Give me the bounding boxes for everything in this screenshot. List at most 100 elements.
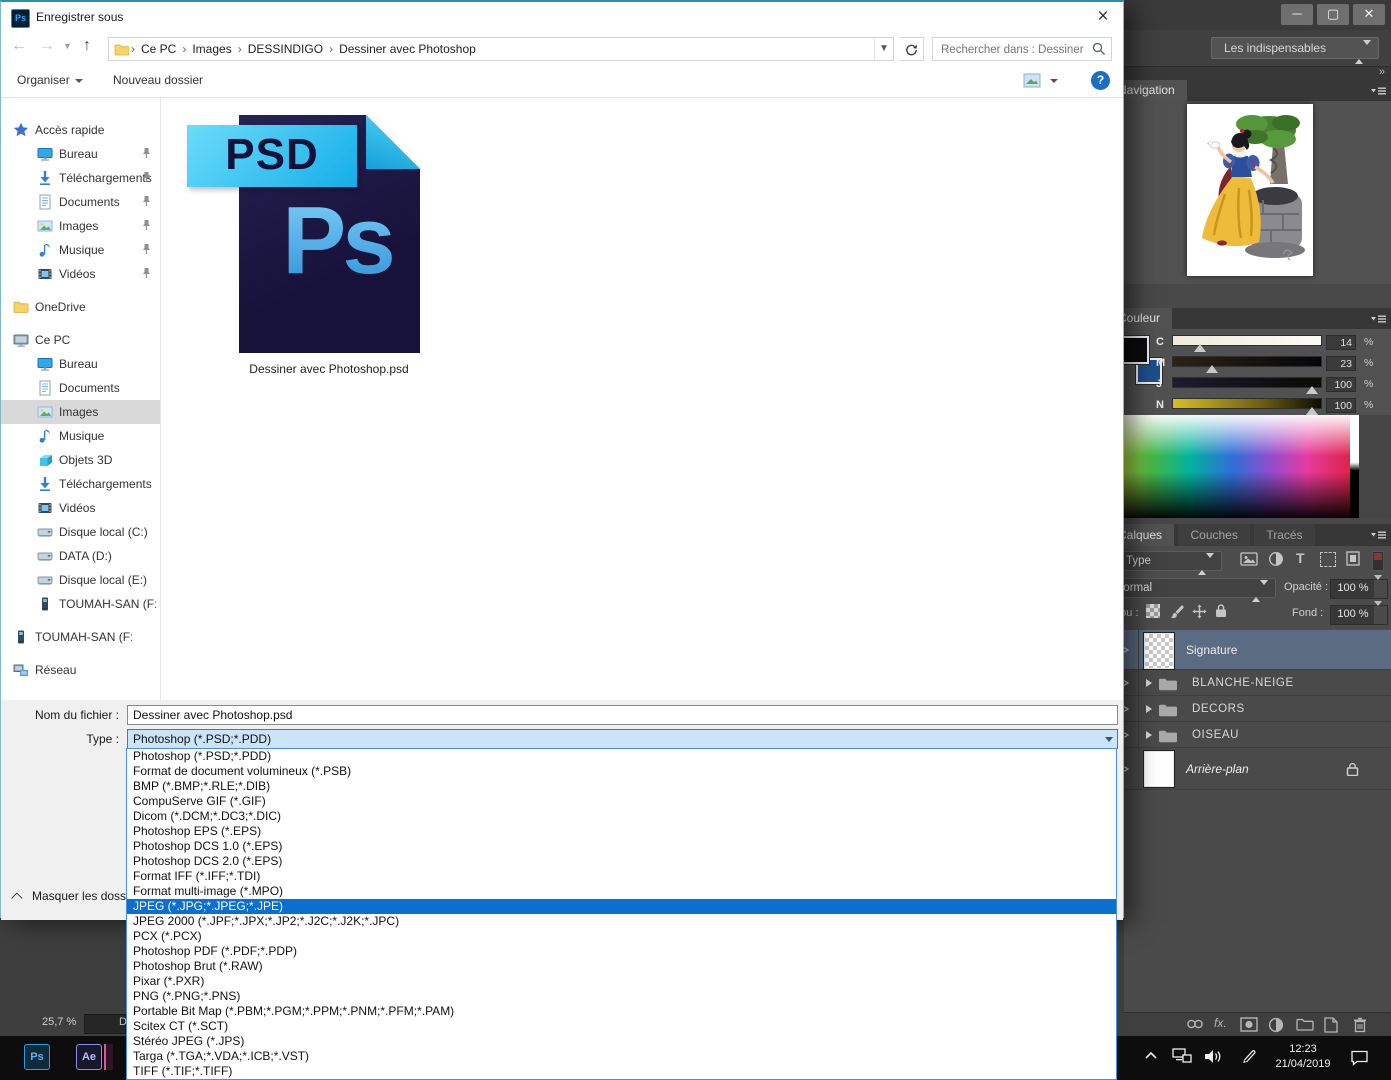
expand-arrow-icon[interactable] <box>1146 705 1152 713</box>
breadcrumb-segment[interactable]: Dessiner avec Photoshop <box>335 42 480 56</box>
format-option[interactable]: Format IFF (*.IFF;*.TDI) <box>127 869 1116 884</box>
format-option[interactable]: Targa (*.TGA;*.VDA;*.ICB;*.VST) <box>127 1049 1116 1064</box>
format-option[interactable]: Pixar (*.PXR) <box>127 974 1116 989</box>
channel-slider-thumb[interactable] <box>1306 386 1318 394</box>
organize-button[interactable]: Organiser <box>17 73 83 87</box>
sidebar-item-r-seau[interactable]: Réseau <box>1 658 160 682</box>
adjustment-layer-icon[interactable] <box>1268 1017 1284 1033</box>
fill-dropdown-arrow[interactable] <box>1374 605 1388 625</box>
tray-network-icon[interactable] <box>1172 1048 1192 1065</box>
sidebar-item-toumah-san-f-[interactable]: TOUMAH-SAN (F:) <box>1 592 160 616</box>
sidebar-item-musique[interactable]: Musique <box>1 424 160 448</box>
file-name-label[interactable]: Dessiner avec Photoshop.psd <box>169 362 489 376</box>
format-option[interactable]: Format multi-image (*.MPO) <box>127 884 1116 899</box>
format-option[interactable]: Photoshop DCS 2.0 (*.EPS) <box>127 854 1116 869</box>
channel-value[interactable]: 14 <box>1326 335 1356 350</box>
recent-locations-icon[interactable]: ▼ <box>63 41 72 51</box>
lock-position-icon[interactable] <box>1192 604 1207 619</box>
dialog-close-button[interactable]: × <box>1083 2 1123 33</box>
address-history-icon[interactable]: ▼ <box>874 38 893 60</box>
sidebar-item-disque-local-c-[interactable]: Disque local (C:) <box>1 520 160 544</box>
sidebar-item-t-l-chargements[interactable]: Téléchargements <box>1 166 160 190</box>
sidebar-item-vid-os[interactable]: Vidéos <box>1 262 160 286</box>
filename-input[interactable] <box>127 705 1118 725</box>
channel-slider[interactable] <box>1172 356 1322 367</box>
format-option[interactable]: Portable Bit Map (*.PBM;*.PGM;*.PPM;*.PN… <box>127 1004 1116 1019</box>
lock-transparency-icon[interactable] <box>1146 604 1160 618</box>
foreground-color-swatch[interactable] <box>1121 336 1149 364</box>
opacity-value[interactable]: 100 % <box>1330 579 1376 599</box>
tray-volume-icon[interactable] <box>1204 1048 1224 1065</box>
layer-mask-icon[interactable] <box>1240 1017 1258 1032</box>
breadcrumb-segment[interactable]: DESSINDIGO <box>244 42 327 56</box>
format-option[interactable]: Photoshop Brut (*.RAW) <box>127 959 1116 974</box>
filter-shape-layers-icon[interactable] <box>1320 552 1336 567</box>
panel-menu-icon[interactable] <box>1370 86 1386 96</box>
sidebar-item-toumah-san-f-[interactable]: TOUMAH-SAN (F:) <box>1 625 160 649</box>
layer-style-icon[interactable]: fx. <box>1214 1016 1227 1030</box>
format-option[interactable]: Dicom (*.DCM;*.DC3;*.DIC) <box>127 809 1116 824</box>
channel-slider-thumb[interactable] <box>1206 365 1218 373</box>
sidebar-item-vid-os[interactable]: Vidéos <box>1 496 160 520</box>
format-option[interactable]: PCX (*.PCX) <box>127 929 1116 944</box>
close-window-button[interactable]: ✕ <box>1353 4 1385 25</box>
maximize-button[interactable]: ▢ <box>1317 4 1349 25</box>
format-option[interactable]: PNG (*.PNG;*.PNS) <box>127 989 1116 1004</box>
format-option[interactable]: Photoshop DCS 1.0 (*.EPS) <box>127 839 1116 854</box>
format-option[interactable]: Format de document volumineux (*.PSB) <box>127 764 1116 779</box>
new-layer-icon[interactable] <box>1324 1017 1338 1033</box>
back-button[interactable]: ← <box>11 37 27 55</box>
color-spectrum[interactable] <box>1106 415 1358 518</box>
taskbar-app-partial-icon[interactable] <box>104 1044 113 1070</box>
format-option[interactable]: TIFF (*.TIF;*.TIFF) <box>127 1064 1116 1079</box>
status-zoom-value[interactable]: 25,7 % <box>42 1016 76 1028</box>
file-list-area[interactable]: Ps PSD Dessiner avec Photoshop.psd <box>161 98 1123 700</box>
breadcrumb-segment[interactable]: Images <box>188 42 235 56</box>
layer-thumbnail[interactable] <box>1144 633 1174 669</box>
breadcrumb-segment[interactable]: Ce PC <box>137 42 180 56</box>
search-input[interactable] <box>939 40 1089 60</box>
sidebar-item-images[interactable]: Images <box>1 214 160 238</box>
channel-slider[interactable] <box>1172 398 1322 409</box>
channel-slider[interactable] <box>1172 377 1322 388</box>
tray-pen-icon[interactable] <box>1240 1048 1257 1065</box>
sidebar-item-bureau[interactable]: Bureau <box>1 142 160 166</box>
channel-value[interactable]: 23 <box>1326 356 1356 371</box>
format-option[interactable]: JPEG 2000 (*.JPF;*.JPX;*.JP2;*.J2C;*.J2K… <box>127 914 1116 929</box>
taskbar-photoshop-icon[interactable]: Ps <box>24 1044 50 1070</box>
expand-arrow-icon[interactable] <box>1146 731 1152 739</box>
sidebar-item-objets-3d[interactable]: Objets 3D <box>1 448 160 472</box>
format-option[interactable]: BMP (*.BMP;*.RLE;*.DIB) <box>127 779 1116 794</box>
format-option[interactable]: Scitex CT (*.SCT) <box>127 1019 1116 1034</box>
panel-menu-icon[interactable] <box>1370 314 1386 324</box>
layer-row-signature[interactable]: Signature <box>1106 630 1391 670</box>
filter-toggle-switch[interactable] <box>1372 551 1384 571</box>
format-option[interactable]: Photoshop (*.PSD;*.PDD) <box>127 749 1116 764</box>
lock-paint-icon[interactable] <box>1170 604 1185 619</box>
layer-row-blanche-neige[interactable]: BLANCHE-NEIGE <box>1106 670 1391 696</box>
channel-slider-thumb[interactable] <box>1306 407 1318 415</box>
layer-row-oiseau[interactable]: OISEAU <box>1106 722 1391 748</box>
format-option[interactable]: JPEG (*.JPG;*.JPEG;*.JPE) <box>127 899 1116 914</box>
sidebar-item-disque-local-e-[interactable]: Disque local (E:) <box>1 568 160 592</box>
forward-button[interactable]: → <box>39 37 55 55</box>
opacity-dropdown-arrow[interactable] <box>1374 579 1388 599</box>
tray-clock[interactable]: 12:23 21/04/2019 <box>1266 1042 1340 1072</box>
sidebar-item-documents[interactable]: Documents <box>1 376 160 400</box>
layer-row-decors[interactable]: DECORS <box>1106 696 1391 722</box>
help-button[interactable]: ? <box>1091 71 1110 90</box>
new-folder-button[interactable]: Nouveau dossier <box>113 73 203 87</box>
sidebar-item-onedrive[interactable]: OneDrive <box>1 295 160 319</box>
blend-mode-combo[interactable]: Normal <box>1106 578 1276 598</box>
filter-pixel-layers-icon[interactable] <box>1240 551 1258 567</box>
search-icon[interactable] <box>1092 42 1106 56</box>
sidebar-item-bureau[interactable]: Bureau <box>1 352 160 376</box>
format-option[interactable]: CompuServe GIF (*.GIF) <box>127 794 1116 809</box>
view-options-button[interactable] <box>1023 72 1063 91</box>
new-group-icon[interactable] <box>1296 1017 1314 1031</box>
layer-thumbnail[interactable] <box>1144 751 1174 787</box>
layer-row-arri-re-plan[interactable]: Arrière-plan <box>1106 748 1391 790</box>
sidebar-item-ce-pc[interactable]: Ce PC <box>1 328 160 352</box>
filter-adjustment-layers-icon[interactable] <box>1268 551 1284 567</box>
sidebar-item-t-l-chargements[interactable]: Téléchargements <box>1 472 160 496</box>
